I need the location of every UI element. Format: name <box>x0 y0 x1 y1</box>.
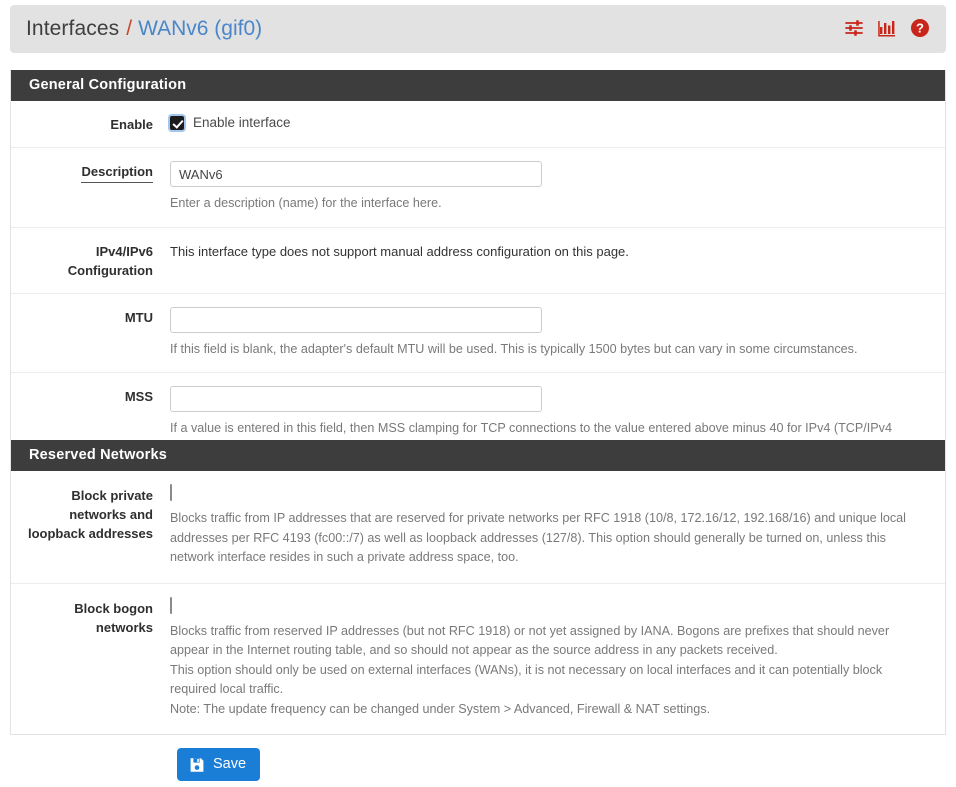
enable-interface-checkbox[interactable] <box>170 116 184 130</box>
breadcrumb: Interfaces / WANv6 (gif0) ? <box>10 5 946 53</box>
row-block-private-networks: Block private networks and loopback addr… <box>11 471 945 584</box>
label-ip-configuration: IPv4/IPv6 Configuration <box>11 241 166 280</box>
block-private-networks-checkbox[interactable] <box>170 484 172 501</box>
sliders-icon[interactable] <box>844 18 864 41</box>
label-block-private-line2: networks and <box>69 507 153 522</box>
block-bogon-networks-checkbox[interactable] <box>170 596 172 614</box>
help-block-private-networks: Blocks traffic from IP addresses that ar… <box>170 511 906 564</box>
row-enable: Enable Enable interface <box>11 101 945 148</box>
panel-reserved-networks: Reserved Networks Block private networks… <box>10 440 946 735</box>
panel-title-reserved: Reserved Networks <box>11 440 945 471</box>
control-block-bogon-networks: Blocks traffic from reserved IP addresse… <box>166 596 945 720</box>
form-actions: Save <box>10 748 946 781</box>
label-block-private-networks: Block private networks and loopback addr… <box>11 485 166 568</box>
label-block-bogon-line2: networks <box>95 619 153 635</box>
enable-interface-label[interactable]: Enable interface <box>193 114 291 132</box>
row-block-bogon-networks: Block bogon networks Blocks traffic from… <box>11 584 945 735</box>
help-description: Enter a description (name) for the inter… <box>170 196 442 210</box>
label-description: Description <box>11 161 166 214</box>
panel-title-general: General Configuration <box>11 70 945 101</box>
mtu-input[interactable] <box>170 306 542 333</box>
mss-input[interactable] <box>170 386 542 412</box>
breadcrumb-root[interactable]: Interfaces <box>26 17 119 41</box>
control-block-private-networks: Blocks traffic from IP addresses that ar… <box>166 484 945 568</box>
row-mtu: MTU If this field is blank, the adapter'… <box>11 294 945 373</box>
save-button[interactable]: Save <box>177 748 261 781</box>
control-enable: Enable interface <box>166 114 945 134</box>
label-ip-config-line2: Configuration <box>67 262 153 278</box>
panel-general-configuration: General Configuration Enable Enable inte… <box>10 70 946 472</box>
page-root: Interfaces / WANv6 (gif0) ? General Conf… <box>0 0 956 787</box>
label-block-private-line1: Block private <box>71 488 153 503</box>
label-block-private-line3: loopback addresses <box>28 526 153 541</box>
header-icon-group: ? <box>844 18 930 41</box>
control-description: Enter a description (name) for the inter… <box>166 161 945 214</box>
svg-text:?: ? <box>916 20 924 35</box>
label-block-bogon-networks: Block bogon networks <box>11 598 166 720</box>
row-ip-configuration: IPv4/IPv6 Configuration This interface t… <box>11 228 945 294</box>
label-enable: Enable <box>110 117 153 132</box>
save-button-label: Save <box>213 756 247 772</box>
help-circle-icon[interactable]: ? <box>910 18 930 41</box>
breadcrumb-current[interactable]: WANv6 (gif0) <box>138 17 262 41</box>
row-description: Description Enter a description (name) f… <box>11 148 945 228</box>
breadcrumb-separator: / <box>126 17 133 40</box>
bar-chart-icon[interactable] <box>877 18 897 41</box>
ip-config-message: This interface type does not support man… <box>170 243 629 259</box>
help-block-bogon-paragraph2: This option should only be used on exter… <box>170 662 883 697</box>
description-input[interactable] <box>170 161 542 187</box>
label-ip-config-line1: IPv4/IPv6 <box>95 243 153 259</box>
label-description-text[interactable]: Description <box>81 162 153 183</box>
help-mtu: If this field is blank, the adapter's de… <box>170 341 858 356</box>
help-block-bogon-note: Note: The update frequency can be change… <box>170 701 711 716</box>
control-ip-configuration: This interface type does not support man… <box>166 241 945 280</box>
help-block-bogon-paragraph1: Blocks traffic from reserved IP addresse… <box>170 623 890 658</box>
floppy-save-icon <box>189 757 205 773</box>
label-block-bogon-line1: Block bogon <box>74 600 153 616</box>
label-mtu: MTU <box>124 309 153 325</box>
enable-checkbox-row[interactable]: Enable interface <box>170 114 929 132</box>
panel-body-reserved: Block private networks and loopback addr… <box>11 471 945 734</box>
control-mtu: If this field is blank, the adapter's de… <box>166 306 945 360</box>
panel-body-general: Enable Enable interface Description Ente… <box>11 101 945 471</box>
